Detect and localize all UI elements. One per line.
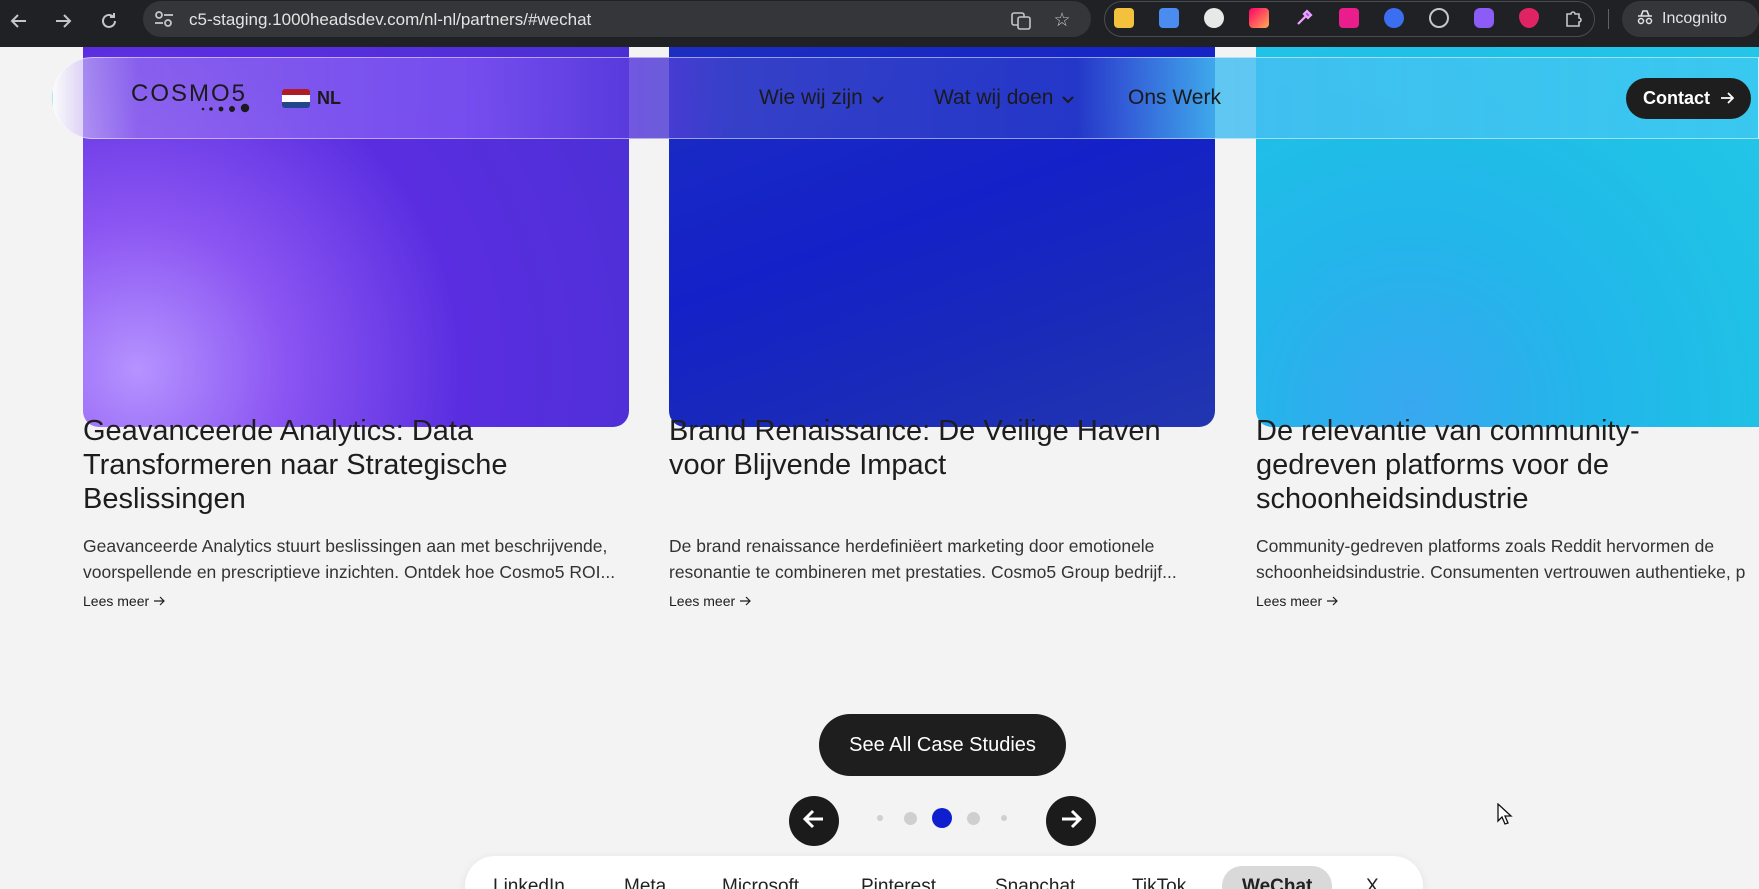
tab-tiktok[interactable]: TikTok bbox=[1132, 876, 1186, 889]
read-more-link[interactable]: Lees meer bbox=[1256, 593, 1339, 609]
carousel-dot-active[interactable] bbox=[932, 808, 952, 828]
tab-pinterest[interactable]: Pinterest bbox=[861, 876, 936, 889]
carousel-prev-button[interactable] bbox=[789, 796, 839, 846]
read-more-link[interactable]: Lees meer bbox=[669, 593, 752, 609]
tab-microsoft[interactable]: Microsoft bbox=[722, 876, 799, 889]
read-more-link[interactable]: Lees meer bbox=[83, 593, 166, 609]
contact-label: Contact bbox=[1643, 88, 1710, 108]
card-description: De brand renaissance herdefiniëert marke… bbox=[669, 536, 1177, 582]
compass-extension-icon[interactable] bbox=[1429, 8, 1449, 28]
menu-ons-werk[interactable]: Ons Werk bbox=[1128, 86, 1221, 110]
tab-meta[interactable]: Meta bbox=[624, 876, 666, 889]
tab-x[interactable]: X bbox=[1366, 876, 1379, 889]
chevron-down-icon bbox=[1061, 86, 1075, 110]
menu-label: Ons Werk bbox=[1128, 86, 1221, 109]
screen: c5-staging.1000headsdev.com/nl-nl/partne… bbox=[0, 0, 1759, 889]
nl-flag-icon[interactable] bbox=[282, 89, 310, 108]
cosmo5-logo[interactable]: COSMO5 bbox=[131, 80, 261, 115]
notes-extension-icon[interactable] bbox=[1114, 8, 1134, 28]
toolbar-separator bbox=[1608, 9, 1609, 29]
stack-extension-icon[interactable] bbox=[1384, 8, 1404, 28]
contact-button[interactable]: Contact bbox=[1626, 78, 1751, 119]
card-title[interactable]: Geavanceerde Analytics: Data Transformer… bbox=[83, 414, 613, 516]
incognito-label: Incognito bbox=[1662, 10, 1727, 27]
language-selector[interactable]: NL bbox=[317, 88, 341, 109]
arrow-right-icon bbox=[153, 593, 166, 609]
carousel-dot[interactable] bbox=[1001, 815, 1007, 821]
see-all-case-studies-button[interactable]: See All Case Studies bbox=[819, 714, 1066, 776]
card-description: Community-gedreven platforms zoals Reddi… bbox=[1256, 536, 1746, 582]
mouse-cursor-icon bbox=[1497, 802, 1513, 825]
carousel-dot[interactable] bbox=[877, 815, 883, 821]
incognito-icon bbox=[1636, 9, 1654, 30]
browser-toolbar: c5-staging.1000headsdev.com/nl-nl/partne… bbox=[0, 0, 1759, 47]
arrow-right-icon bbox=[1326, 593, 1339, 609]
docs-extension-icon[interactable] bbox=[1159, 8, 1179, 28]
url-text[interactable]: c5-staging.1000headsdev.com/nl-nl/partne… bbox=[189, 10, 591, 30]
menu-label: Wat wij doen bbox=[934, 86, 1054, 109]
bookmark-star-icon[interactable]: ☆ bbox=[1050, 8, 1074, 32]
eyedropper-extension-icon[interactable] bbox=[1294, 8, 1314, 28]
site-settings-icon[interactable] bbox=[153, 9, 175, 29]
menu-wat-wij-doen[interactable]: Wat wij doen bbox=[934, 86, 1075, 110]
read-more-label: Lees meer bbox=[669, 593, 736, 609]
puzzle-extensions-icon[interactable] bbox=[1564, 8, 1584, 28]
camera-extension-icon[interactable] bbox=[1204, 8, 1224, 28]
incognito-indicator[interactable]: Incognito bbox=[1622, 1, 1759, 37]
reload-icon[interactable] bbox=[94, 6, 124, 36]
tab-wechat[interactable]: WeChat bbox=[1222, 866, 1333, 889]
arrow-left-icon bbox=[802, 809, 825, 834]
search-extension-icon[interactable] bbox=[1474, 8, 1494, 28]
video-extension-icon[interactable] bbox=[1339, 8, 1359, 28]
chevron-down-icon bbox=[871, 86, 885, 110]
forward-icon[interactable] bbox=[48, 6, 78, 36]
address-bar[interactable]: c5-staging.1000headsdev.com/nl-nl/partne… bbox=[143, 1, 1091, 37]
translate-icon[interactable] bbox=[1009, 8, 1033, 32]
menu-label: Wie wij zijn bbox=[759, 86, 863, 109]
svg-text:COSMO5: COSMO5 bbox=[131, 81, 247, 107]
menu-wie-wij-zijn[interactable]: Wie wij zijn bbox=[759, 86, 885, 110]
arrow-right-icon bbox=[1060, 809, 1083, 834]
carousel-dot[interactable] bbox=[967, 812, 980, 825]
tab-linkedin[interactable]: LinkedIn bbox=[493, 876, 565, 889]
carousel-next-button[interactable] bbox=[1046, 796, 1096, 846]
back-icon[interactable] bbox=[4, 6, 34, 36]
card-title[interactable]: Brand Renaissance: De Veilige Haven voor… bbox=[669, 414, 1215, 482]
carousel-dot[interactable] bbox=[904, 812, 917, 825]
arrow-right-icon bbox=[739, 593, 752, 609]
card-title[interactable]: De relevantie van community-gedreven pla… bbox=[1256, 414, 1759, 516]
card-description: Geavanceerde Analytics stuurt beslissing… bbox=[83, 536, 616, 582]
read-more-label: Lees meer bbox=[1256, 593, 1323, 609]
color-extension-icon[interactable] bbox=[1249, 8, 1269, 28]
arrow-right-icon bbox=[1720, 88, 1735, 109]
tab-snapchat[interactable]: Snapchat bbox=[995, 876, 1075, 889]
read-more-label: Lees meer bbox=[83, 593, 150, 609]
